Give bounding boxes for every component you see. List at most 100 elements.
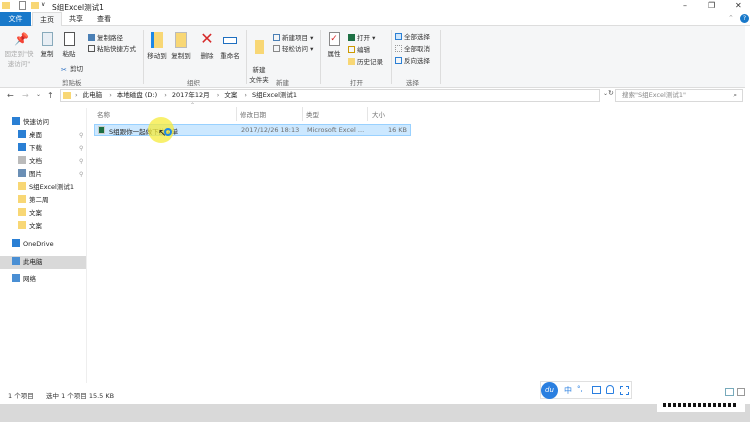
copy-button[interactable]: 复制	[38, 32, 56, 58]
sidebar-item[interactable]: 桌面 ⚲	[0, 129, 86, 142]
easy-access-icon	[273, 45, 280, 52]
sidebar-item-label: 此电脑	[23, 258, 43, 266]
open-group-label: 打开	[350, 79, 363, 87]
tab-view[interactable]: 查看	[90, 12, 118, 26]
sidebar-item[interactable]: OneDrive	[0, 238, 86, 251]
ribbon-tabs: 文件 主页 共享 查看 ⌃ ?	[0, 12, 750, 26]
sidebar-item-label: 图片	[29, 170, 42, 178]
column-header-type[interactable]: 类型	[306, 109, 319, 119]
maximize-button[interactable]: ❐	[708, 1, 715, 10]
copy-to-button[interactable]: 复制到	[170, 32, 192, 60]
ime-punctuation-toggle[interactable]: °,	[577, 385, 583, 393]
pin-quick-access-button[interactable]: 📌 固定到"快速访问"	[3, 32, 35, 68]
select-none-button[interactable]: 全部取消	[395, 43, 430, 53]
folder-icon	[63, 92, 71, 99]
forward-button[interactable]: →	[22, 91, 29, 100]
paste-shortcut-icon	[88, 45, 95, 52]
divider	[302, 107, 303, 121]
sidebar-item-label: OneDrive	[23, 240, 54, 248]
user-icon[interactable]	[606, 385, 614, 394]
copy-path-button[interactable]: 复制路径	[88, 32, 123, 42]
sidebar-item[interactable]: 文案	[0, 220, 86, 233]
sidebar-item-label: 第二周	[29, 196, 49, 204]
tab-share[interactable]: 共享	[62, 12, 90, 26]
details-view-button[interactable]	[725, 388, 734, 396]
pinned-icon[interactable]: ⚲	[79, 168, 83, 181]
excel-icon	[348, 34, 355, 41]
history-button[interactable]: 历史记录	[348, 56, 383, 66]
sidebar-item[interactable]: 图片 ⚲	[0, 168, 86, 181]
breadcrumb-item[interactable]: 本地磁盘 (D:)	[117, 91, 157, 99]
invert-selection-icon	[395, 57, 402, 64]
edit-icon	[348, 46, 355, 53]
document-icon	[18, 156, 26, 164]
quick-access-dropdown[interactable]: ∨	[41, 1, 45, 8]
scissors-icon: ✂	[61, 66, 67, 74]
invert-selection-button[interactable]: 反向选择	[395, 55, 430, 65]
new-item-icon	[273, 34, 280, 41]
easy-access-button[interactable]: 轻松访问 ▾	[273, 43, 313, 53]
column-header-modified[interactable]: 修改日期	[240, 109, 266, 119]
breadcrumb-item[interactable]: 2017年12月	[172, 91, 210, 99]
paste-shortcut-button[interactable]: 粘贴快捷方式	[88, 43, 136, 53]
sidebar-item-label: 网络	[23, 275, 36, 283]
network-icon	[12, 274, 20, 282]
file-type: Microsoft Excel ...	[307, 126, 365, 134]
pinned-icon[interactable]: ⚲	[79, 142, 83, 155]
up-button[interactable]: ↑	[47, 91, 54, 100]
baidu-ime-logo[interactable]: du	[541, 382, 558, 399]
move-to-button[interactable]: 移动到	[146, 32, 168, 60]
sidebar-item[interactable]: S组Excel测试1	[0, 181, 86, 194]
file-row[interactable]: S组跟你一起做下拉菜单 2017/12/26 18:13 Microsoft E…	[94, 124, 411, 136]
properties-button[interactable]: ✓ 属性	[325, 32, 343, 58]
address-bar[interactable]: › 此电脑 › 本地磁盘 (D:) › 2017年12月 › 文案 › S组Excel测试…	[60, 89, 600, 102]
tab-home[interactable]: 主页	[32, 12, 62, 26]
tab-file[interactable]: 文件	[0, 12, 31, 26]
select-none-icon	[395, 45, 402, 52]
close-button[interactable]: ✕	[735, 1, 742, 10]
help-icon[interactable]: ?	[740, 14, 749, 23]
divider	[440, 30, 441, 84]
select-all-button[interactable]: 全部选择	[395, 31, 430, 41]
large-icons-view-button[interactable]	[737, 388, 745, 396]
picture-icon	[18, 169, 26, 177]
breadcrumb-item[interactable]: 此电脑	[83, 91, 103, 99]
ribbon-collapse-icon[interactable]: ⌃	[728, 14, 734, 22]
search-icon: ⌕	[733, 91, 737, 99]
history-icon	[348, 58, 355, 65]
sidebar-item[interactable]: 下载 ⚲	[0, 142, 86, 155]
new-folder-quick-icon[interactable]	[31, 2, 39, 9]
rename-button[interactable]: 重命名	[219, 32, 241, 60]
open-button[interactable]: 打开 ▾	[348, 32, 375, 42]
sidebar-item[interactable]: 快速访问	[0, 116, 86, 129]
ime-language-toggle[interactable]: 中	[564, 385, 572, 396]
sidebar-item[interactable]: 此电脑	[0, 256, 86, 269]
pinned-icon[interactable]: ⚲	[79, 155, 83, 168]
new-folder-button[interactable]: 新建 文件夹	[248, 32, 270, 84]
select-group-label: 选择	[406, 79, 419, 87]
sidebar-item[interactable]: 网络	[0, 273, 86, 286]
cut-button[interactable]: ✂ 剪切	[61, 63, 83, 74]
properties-quick-icon[interactable]	[19, 1, 26, 10]
organize-group-label: 组织	[187, 79, 200, 87]
edit-button[interactable]: 编辑	[348, 44, 370, 54]
new-item-button[interactable]: 新建项目 ▾	[273, 32, 313, 42]
toolbox-icon[interactable]	[592, 386, 601, 394]
breadcrumb-item[interactable]: 文案	[224, 91, 237, 99]
delete-button[interactable]: ✕ 删除	[198, 30, 216, 61]
sidebar-item[interactable]: 文案	[0, 207, 86, 220]
recent-locations-button[interactable]: ⌄	[36, 91, 41, 98]
minimize-button[interactable]: –	[683, 1, 687, 10]
sidebar-item[interactable]: 第二周	[0, 194, 86, 207]
column-header-name[interactable]: 名称	[97, 109, 110, 119]
refresh-button[interactable]: ↻	[608, 89, 614, 97]
paste-button[interactable]: 粘贴	[60, 32, 78, 58]
back-button[interactable]: ←	[7, 91, 14, 100]
sidebar-item[interactable]: 文档 ⚲	[0, 155, 86, 168]
grid-menu-icon[interactable]	[620, 386, 629, 395]
breadcrumb-item[interactable]: S组Excel测试1	[252, 91, 297, 99]
divider	[246, 30, 247, 84]
search-input[interactable]: 搜索"S组Excel测试1" ⌕	[615, 89, 743, 102]
column-header-size[interactable]: 大小	[372, 109, 385, 119]
pinned-icon[interactable]: ⚲	[79, 129, 83, 142]
